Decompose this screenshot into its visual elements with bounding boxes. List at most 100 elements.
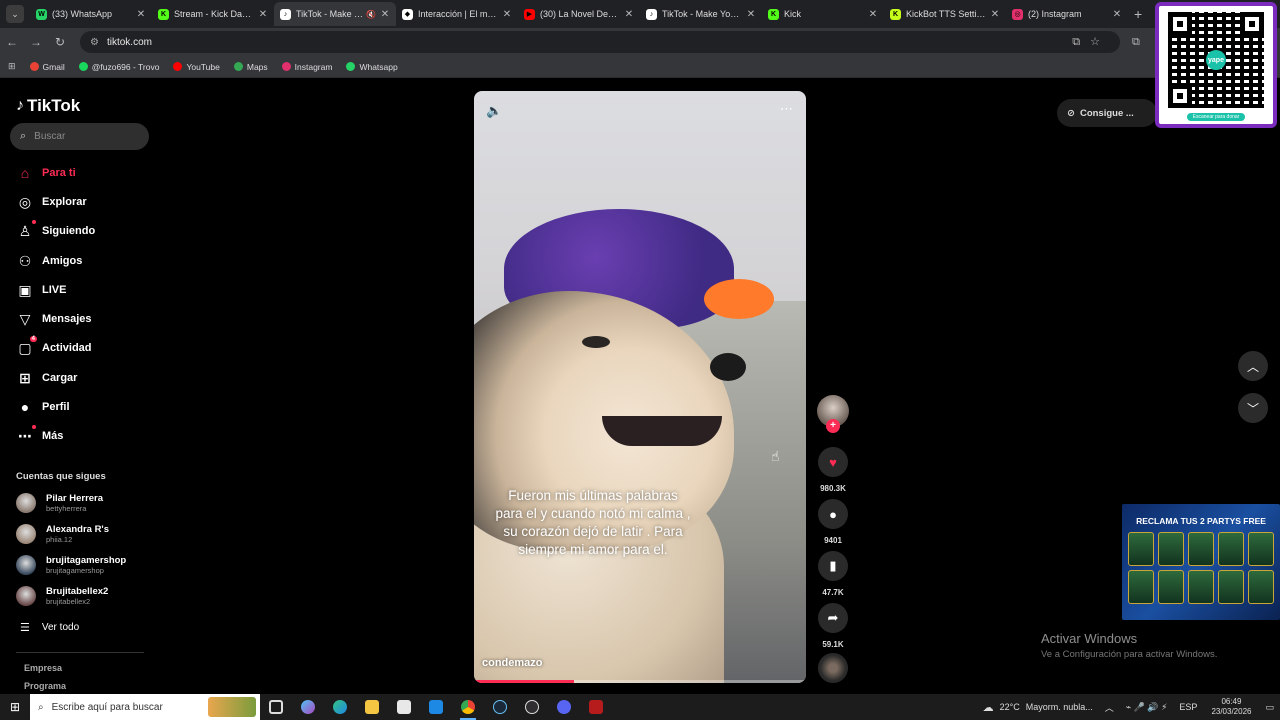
next-video-button[interactable]: ﹀ [1238, 393, 1268, 423]
apps-grid-icon[interactable]: ⊞ [8, 61, 16, 72]
get-coins-button[interactable]: ⊘ Consigue ... [1057, 99, 1157, 127]
edge-icon[interactable] [324, 694, 356, 720]
sidebar-item-mensajes[interactable]: ▽ Mensajes [16, 310, 92, 328]
tiktok-logo[interactable]: ♪ TikTok [16, 96, 80, 116]
sidebar-item-para-ti[interactable]: ⌂ Para ti [16, 164, 76, 182]
file-explorer-icon[interactable] [356, 694, 388, 720]
bookmark-item[interactable]: YouTube [173, 62, 220, 72]
search-input[interactable]: ⌕ Buscar [10, 123, 149, 150]
sidebar-item-explorar[interactable]: ◎ Explorar [16, 193, 87, 211]
promo-banner[interactable]: RECLAMA TUS 2 PARTYS FREE [1122, 504, 1280, 620]
video-progress-bar[interactable] [474, 680, 806, 683]
notifications-icon[interactable]: ▭ [1265, 702, 1274, 713]
browser-tab[interactable]: W (33) WhatsApp ✕ [30, 2, 152, 26]
back-button[interactable]: ← [0, 35, 24, 49]
copilot-icon[interactable] [292, 694, 324, 720]
chrome-icon[interactable] [452, 694, 484, 720]
tab-close-icon[interactable]: ✕ [990, 9, 1000, 20]
previous-video-button[interactable]: ︿ [1238, 351, 1268, 381]
browser-tab[interactable]: ♪ TikTok - Make Your Day🔇 ✕ [274, 2, 396, 26]
see-all-link[interactable]: ☰ Ver todo [20, 621, 79, 634]
site-info-icon[interactable]: ⚙ [90, 37, 99, 48]
save-count: 47.7K [822, 588, 844, 597]
tab-close-icon[interactable]: ✕ [868, 9, 878, 20]
followed-account[interactable]: brujitagamershop brujitagamershop [16, 555, 126, 575]
video-more-icon[interactable]: ⋯ [780, 101, 794, 117]
tab-mute-icon[interactable]: 🔇 [366, 10, 376, 19]
bookmark-item[interactable]: Gmail [29, 62, 65, 72]
heart-icon[interactable]: ♥ [818, 447, 848, 477]
address-bar-actions-icon[interactable]: ⧉☆ [1072, 35, 1110, 49]
browser-tab[interactable]: K KickBot TTS Settings ✕ [884, 2, 1006, 26]
sidebar-item-siguiendo[interactable]: ♙ Siguiendo [16, 220, 95, 240]
steam-icon[interactable] [484, 694, 516, 720]
browser-tab[interactable]: K Kick ✕ [762, 2, 884, 26]
tray-chevron-icon[interactable]: ︿ [1105, 701, 1114, 714]
music-disc[interactable] [818, 653, 848, 683]
bookmark-item[interactable]: Whatsapp [346, 62, 398, 72]
tab-close-icon[interactable]: ✕ [258, 9, 268, 20]
browser-tab[interactable]: ◎ (2) Instagram ✕ [1006, 2, 1128, 26]
tab-close-icon[interactable]: ✕ [1112, 9, 1122, 20]
sidebar-item-amigos[interactable]: ⚇ Amigos [16, 252, 83, 270]
browser-tab[interactable]: ▶ (30) La Novel Debes Cuidarte ✕ [518, 2, 640, 26]
sidebar-item-actividad[interactable]: ▢ 4 Actividad [16, 336, 92, 357]
sidebar-item-perfil[interactable]: ● Perfil [16, 398, 70, 416]
tray-icons[interactable]: ⌁ 🎤 🔊 ⚡ [1126, 702, 1168, 713]
language-indicator[interactable]: ESP [1179, 702, 1197, 712]
followed-account[interactable]: Alexandra R's phiia.12 [16, 524, 109, 544]
forward-button[interactable]: → [24, 35, 48, 49]
share-action[interactable]: ➦ 59.1K [817, 603, 849, 649]
share-icon[interactable]: ➦ [818, 603, 848, 633]
mail-icon[interactable] [420, 694, 452, 720]
tab-close-icon[interactable]: ✕ [502, 9, 512, 20]
reload-button[interactable]: ↻ [48, 35, 72, 49]
followed-account[interactable]: Brujitabellex2 brujitabellex2 [16, 586, 108, 606]
extensions-icon[interactable]: ⧉ [1132, 36, 1140, 49]
follow-button[interactable]: + [826, 419, 840, 433]
obs-icon[interactable] [516, 694, 548, 720]
bookmark-icon[interactable]: ▮ [818, 551, 848, 581]
tab-close-icon[interactable]: ✕ [380, 9, 390, 20]
video-author[interactable]: condemazo [482, 657, 543, 669]
sidebar-item-cargar[interactable]: ⊞ Cargar [16, 369, 77, 387]
bookmark-item[interactable]: Instagram [281, 62, 332, 72]
get-coins-label: Consigue ... [1079, 107, 1134, 119]
browser-tab[interactable]: ◆ Interacción | El mejor ✕ [396, 2, 518, 26]
sidebar-item-live[interactable]: ▣ LIVE [16, 281, 66, 299]
tab-search-button[interactable]: ⌄ [6, 5, 24, 23]
video-dog-mouth [602, 416, 722, 446]
browser-tab[interactable]: ♪ TikTok - Make Your Day ✕ [640, 2, 762, 26]
taskbar-clock[interactable]: 06:49 23/03/2026 [1211, 697, 1251, 717]
tab-close-icon[interactable]: ✕ [136, 9, 146, 20]
store-icon[interactable] [388, 694, 420, 720]
like-action[interactable]: ♥ 980.3K [817, 447, 849, 493]
search-placeholder: Buscar [34, 131, 66, 142]
comment-action[interactable]: ● 9401 [817, 499, 849, 545]
sidebar-item-más[interactable]: ⋯ Más [16, 425, 63, 445]
start-button[interactable]: ⊞ [0, 700, 30, 714]
comment-icon[interactable]: ● [818, 499, 848, 529]
notification-badge: 4 [29, 336, 37, 342]
save-action[interactable]: ▮ 47.7K [817, 551, 849, 597]
new-tab-button[interactable]: + [1134, 6, 1142, 22]
taskbar-search-input[interactable]: ⌕ Escribe aquí para buscar [30, 694, 260, 720]
video-player[interactable]: 🔈 ⋯ Fueron mis últimas palabras para el … [474, 91, 806, 683]
task-view-icon[interactable] [260, 694, 292, 720]
sidebar-item-label: Mensajes [42, 313, 92, 325]
game-app-icon[interactable] [580, 694, 612, 720]
tab-close-icon[interactable]: ✕ [746, 9, 756, 20]
address-bar[interactable]: ⚙ tiktok.com ⧉☆ [80, 31, 1120, 53]
volume-icon[interactable]: 🔈 [486, 103, 502, 119]
activation-subtitle: Ve a Configuración para activar Windows. [1041, 649, 1218, 660]
discord-icon[interactable] [548, 694, 580, 720]
bookmark-item[interactable]: @fuzo696 - Trovo [78, 62, 159, 72]
footer-link-program[interactable]: Programa [24, 681, 66, 691]
bookmark-label: Maps [246, 61, 268, 72]
tab-close-icon[interactable]: ✕ [624, 9, 634, 20]
browser-tab[interactable]: K Stream - Kick Dashboard ✕ [152, 2, 274, 26]
followed-account[interactable]: Pilar Herrera bettyherrera [16, 493, 103, 513]
weather-icon[interactable]: ☁ [983, 701, 994, 714]
bookmark-item[interactable]: Maps [233, 61, 268, 72]
footer-link-business[interactable]: Empresa [24, 663, 62, 673]
